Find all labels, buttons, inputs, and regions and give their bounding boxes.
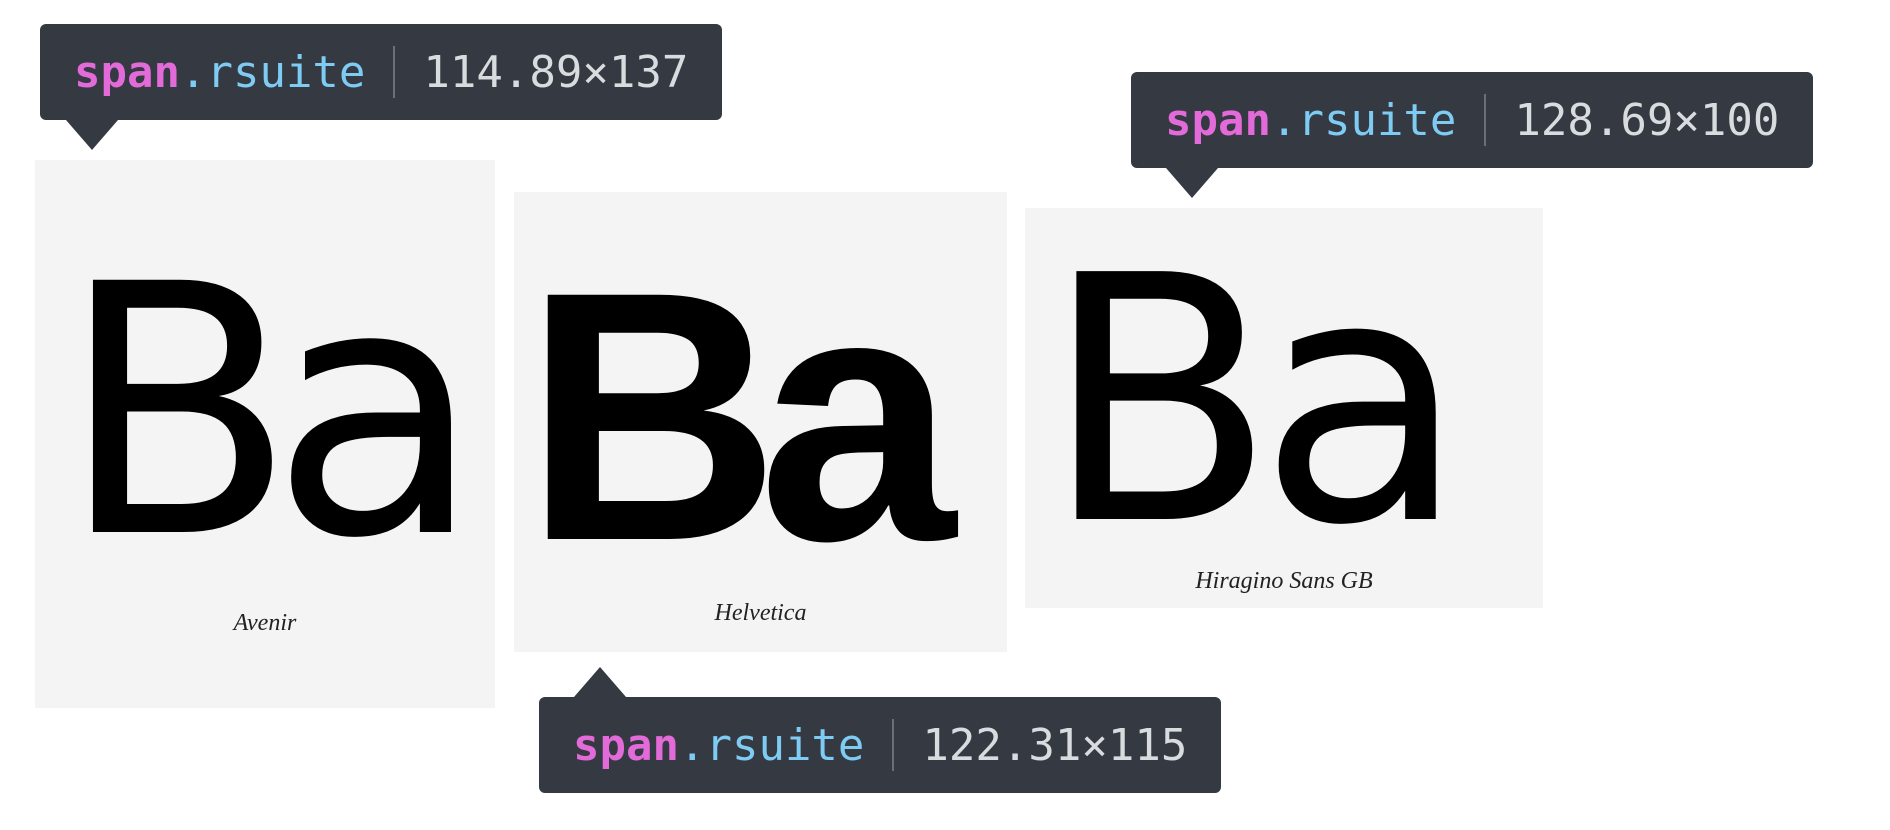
tooltip-separator <box>1484 94 1487 146</box>
specimen-glyphs: Ba <box>1043 204 1467 600</box>
tooltip-dimensions: 122.31×115 <box>922 719 1188 771</box>
font-specimen-avenir: Ba Avenir <box>35 160 495 708</box>
inspector-tooltip: span. rsuite 128.69×100 <box>1131 72 1814 168</box>
tooltip-tag: span <box>74 46 180 98</box>
specimen-glyphs: Ba <box>524 219 956 615</box>
tooltip-dot: . <box>179 46 207 98</box>
specimen-caption: Helvetica <box>714 600 807 626</box>
tooltip-class: rsuite <box>705 719 865 771</box>
tooltip-pointer <box>1166 168 1218 198</box>
font-specimen-hiragino: Ba Hiragino Sans GB <box>1025 208 1543 608</box>
inspector-tooltip: span. rsuite 114.89×137 <box>40 24 723 120</box>
font-specimen-helvetica: Ba Helvetica <box>514 192 1007 652</box>
tooltip-separator <box>393 46 396 98</box>
specimen-caption: Avenir <box>233 610 297 636</box>
tooltip-tag: span <box>1165 94 1271 146</box>
tooltip-class: rsuite <box>206 46 366 98</box>
tooltip-separator <box>892 719 895 771</box>
tooltip-dimensions: 128.69×100 <box>1514 94 1780 146</box>
specimen-glyphs: Ba <box>59 211 482 614</box>
tooltip-pointer <box>574 667 626 697</box>
tooltip-dimensions: 114.89×137 <box>423 46 689 98</box>
tooltip-class: rsuite <box>1297 94 1457 146</box>
tooltip-dot: . <box>678 719 706 771</box>
tooltip-pointer <box>66 120 118 150</box>
inspector-tooltip: span. rsuite 122.31×115 <box>539 697 1222 793</box>
tooltip-tag: span <box>573 719 679 771</box>
tooltip-dot: . <box>1270 94 1298 146</box>
specimen-caption: Hiragino Sans GB <box>1195 568 1373 594</box>
